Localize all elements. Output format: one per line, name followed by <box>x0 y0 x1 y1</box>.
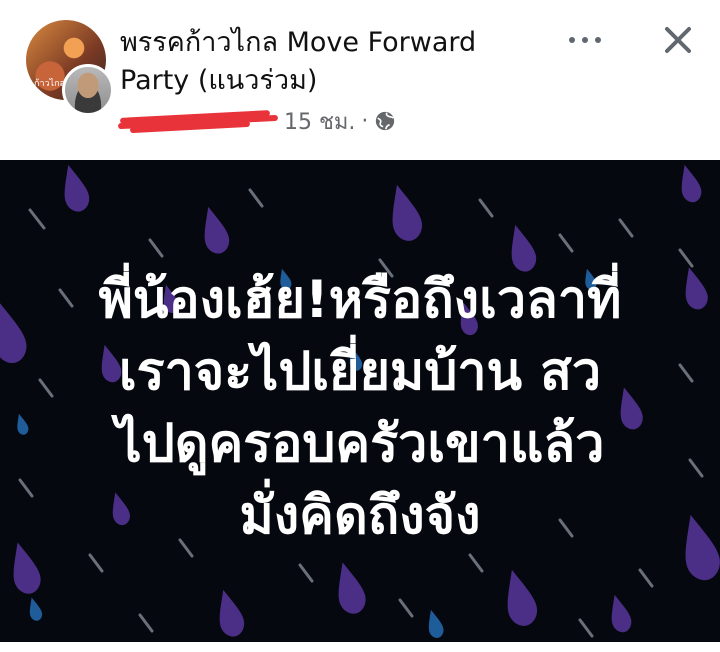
page-name-line-1[interactable]: พรรคก้าวไกล Move Forward <box>120 24 560 62</box>
post-bottom-strip <box>0 642 720 652</box>
close-icon[interactable] <box>660 22 696 58</box>
image-text-line-1: พี่น้องเฮ้ย!หรือถึงเวลาที่ <box>98 270 622 330</box>
user-avatar[interactable] <box>62 64 114 116</box>
post-timestamp[interactable]: 15 ชม. <box>284 104 355 139</box>
image-text-line-2: เราจะไปเยี่ยมบ้าน สว <box>118 342 602 402</box>
post-image[interactable]: พี่น้องเฮ้ย!หรือถึงเวลาที่ เราจะไปเยี่ยม… <box>0 160 720 642</box>
avatar-caption: ก้าวไกล <box>34 79 66 89</box>
image-text-line-4: มั่งคิดถึงจัง <box>239 486 481 546</box>
more-options-button[interactable] <box>565 30 605 50</box>
post-image-text: พี่น้องเฮ้ย!หรือถึงเวลาที่ เราจะไปเยี่ยม… <box>30 264 690 552</box>
page-name-line-2[interactable]: Party (แนวร่วม) <box>120 62 560 100</box>
post-header: ก้าวไกล พรรคก้าวไกล Move Forward Party (… <box>0 0 720 160</box>
redacted-author <box>117 110 280 134</box>
post-title-block: พรรคก้าวไกล Move Forward Party (แนวร่วม) <box>120 24 560 100</box>
meta-separator: · <box>361 108 369 134</box>
post-meta: 15 ชม. · <box>117 104 396 139</box>
avatar-group[interactable]: ก้าวไกล <box>26 20 116 116</box>
image-text-line-3: ไปดูครอบครัวเขาแล้ว <box>115 414 605 474</box>
more-horizontal-icon-dot <box>595 37 601 43</box>
more-horizontal-icon-dot <box>582 37 588 43</box>
more-horizontal-icon <box>569 37 575 43</box>
globe-icon <box>376 111 395 131</box>
